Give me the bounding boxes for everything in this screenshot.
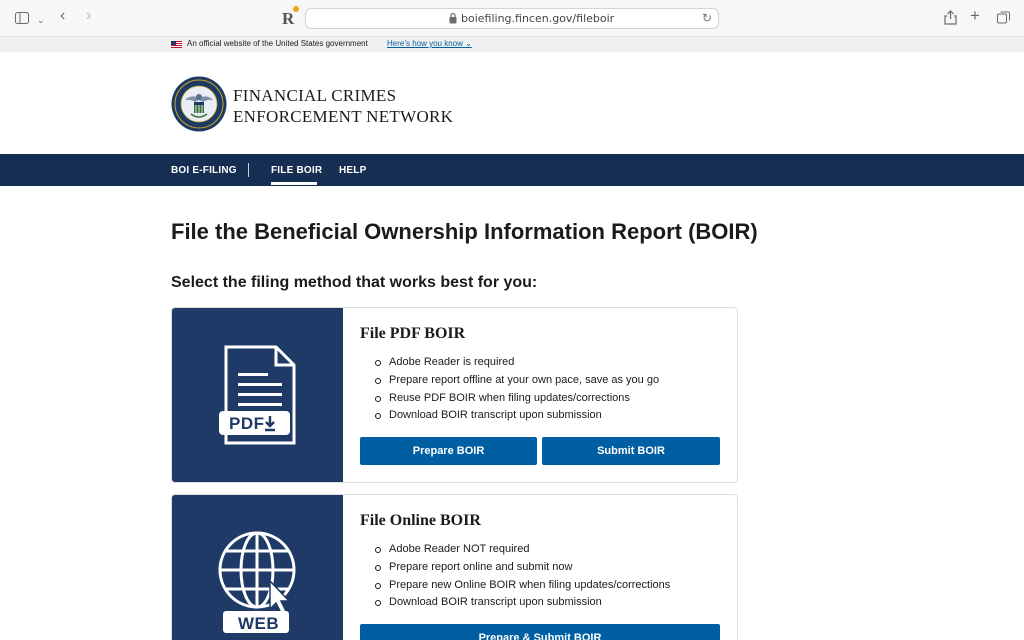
url-text: boiefiling.fincen.gov/fileboir (461, 12, 615, 25)
pdf-icon-label: PDF (229, 414, 265, 433)
lock-icon (449, 12, 457, 24)
list-item: Prepare report offline at your own pace,… (375, 372, 659, 390)
web-icon-label: WEB (238, 614, 280, 633)
prepare-submit-boir-button[interactable]: Prepare & Submit BOIR (360, 624, 720, 640)
extension-badge-icon (293, 6, 299, 12)
list-item: Download BOIR transcript upon submission (375, 594, 670, 612)
list-item: Reuse PDF BOIR when filing updates/corre… (375, 390, 659, 408)
nav-item-boi-efiling[interactable]: BOI E-FILING (171, 165, 237, 176)
forward-icon[interactable]: › (86, 7, 91, 25)
org-name[interactable]: FINANCIAL CRIMES ENFORCEMENT NETWORK (233, 85, 453, 127)
online-boir-card: WEB File Online BOIR Adobe Reader NOT re… (171, 494, 738, 640)
share-icon[interactable] (944, 10, 957, 25)
submit-boir-button[interactable]: Submit BOIR (542, 437, 720, 465)
list-item: Prepare new Online BOIR when filing upda… (375, 577, 670, 595)
pdf-boir-card: PDF File PDF BOIR Adobe Reader is requir… (171, 307, 738, 483)
browser-toolbar: ⌄ ‹ › R boiefiling.fincen.gov/fileboir ↻… (0, 0, 1024, 37)
org-name-line1: FINANCIAL CRIMES (233, 86, 397, 105)
treasury-seal-logo[interactable] (171, 76, 227, 132)
pdf-card-heading: File PDF BOIR (360, 325, 466, 342)
nav-active-indicator (271, 182, 317, 185)
list-item: Prepare report online and submit now (375, 559, 670, 577)
filing-method-heading: Select the filing method that works best… (171, 274, 538, 291)
list-item: Download BOIR transcript upon submission (375, 407, 659, 425)
chevron-down-icon: ⌄ (465, 39, 472, 48)
gov-banner-text: An official website of the United States… (187, 39, 368, 48)
heres-how-you-know-link[interactable]: Here’s how you know ⌄ (387, 39, 472, 48)
online-card-feature-list: Adobe Reader NOT required Prepare report… (375, 541, 670, 612)
list-item: Adobe Reader is required (375, 354, 659, 372)
extension-logo-icon[interactable]: R (282, 9, 294, 29)
nav-separator (248, 163, 249, 177)
chevron-down-icon[interactable]: ⌄ (37, 11, 45, 29)
reload-icon[interactable]: ↻ (702, 11, 712, 25)
new-tab-icon[interactable]: + (970, 7, 980, 25)
gov-banner (0, 37, 1024, 52)
nav-item-help[interactable]: HELP (339, 165, 366, 176)
prepare-boir-button[interactable]: Prepare BOIR (360, 437, 537, 465)
sidebar-toggle-icon[interactable] (15, 12, 29, 24)
org-name-line2: ENFORCEMENT NETWORK (233, 107, 454, 126)
tab-overview-icon[interactable] (997, 11, 1010, 24)
back-icon[interactable]: ‹ (60, 7, 65, 25)
nav-item-file-boir[interactable]: FILE BOIR (271, 165, 322, 176)
page-title: File the Beneficial Ownership Informatio… (171, 219, 758, 244)
address-bar[interactable]: boiefiling.fincen.gov/fileboir ↻ (305, 8, 719, 29)
pdf-card-media: PDF (172, 308, 343, 482)
pdf-card-feature-list: Adobe Reader is required Prepare report … (375, 354, 659, 425)
primary-nav: BOI E-FILING FILE BOIR HELP (0, 154, 1024, 186)
us-flag-icon (171, 41, 182, 48)
online-card-media: WEB (172, 495, 343, 640)
list-item: Adobe Reader NOT required (375, 541, 670, 559)
online-card-heading: File Online BOIR (360, 512, 481, 529)
